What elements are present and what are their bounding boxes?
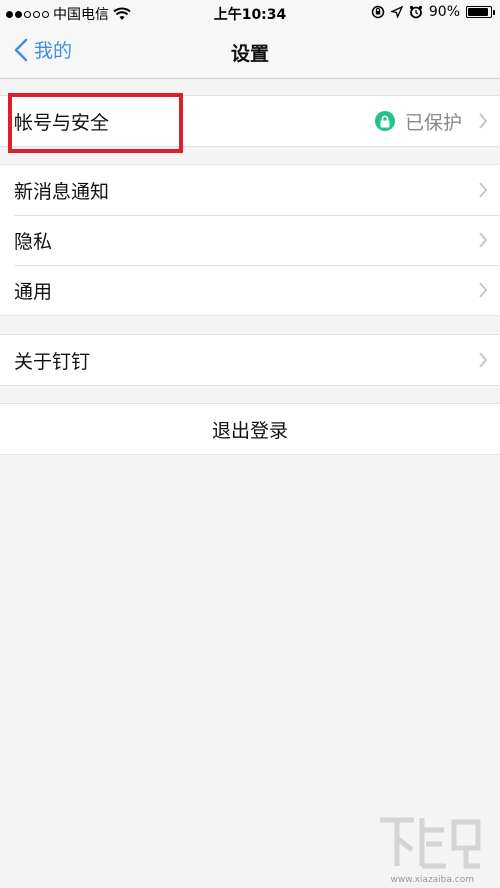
alarm-clock-icon xyxy=(409,5,422,19)
battery-icon xyxy=(466,6,495,18)
about-group: 关于钉钉 xyxy=(0,334,500,386)
lock-icon xyxy=(374,111,395,131)
location-arrow-icon xyxy=(390,6,403,18)
protection-status-text: 已保护 xyxy=(404,111,462,134)
account-security-row[interactable]: 帐号与安全 已保护 xyxy=(0,96,500,146)
orientation-lock-icon xyxy=(371,5,385,19)
about-label: 关于钉钉 xyxy=(14,350,91,373)
settings-item-privacy[interactable]: 隐私 xyxy=(0,215,500,265)
chevron-right-icon xyxy=(479,352,488,368)
settings-item-general[interactable]: 通用 xyxy=(0,265,500,315)
about-row[interactable]: 关于钉钉 xyxy=(0,335,500,385)
logout-button[interactable]: 退出登录 xyxy=(0,403,500,455)
protection-status: 已保护 xyxy=(374,108,462,135)
settings-item-label: 通用 xyxy=(14,280,53,303)
settings-item-label: 隐私 xyxy=(14,230,53,253)
status-right: 90% xyxy=(371,4,495,20)
settings-item-label: 新消息通知 xyxy=(14,180,110,203)
account-security-label: 帐号与安全 xyxy=(14,111,110,134)
battery-percentage: 90% xyxy=(428,4,460,20)
status-bar: 中国电信 上午10:34 90% xyxy=(0,0,500,26)
settings-item-notifications[interactable]: 新消息通知 xyxy=(0,165,500,215)
watermark-logo xyxy=(380,817,481,869)
chevron-right-icon xyxy=(479,182,488,198)
page-title: 设置 xyxy=(230,43,269,65)
chevron-right-icon xyxy=(479,232,488,248)
account-group: 帐号与安全 已保护 xyxy=(0,95,500,147)
watermark-url: www.xiazaiba.com xyxy=(390,875,474,885)
navigation-bar: 我的 设置 xyxy=(0,26,500,79)
chevron-right-icon xyxy=(479,113,488,129)
settings-group: 新消息通知 隐私 通用 xyxy=(0,164,500,316)
chevron-right-icon xyxy=(479,282,488,298)
